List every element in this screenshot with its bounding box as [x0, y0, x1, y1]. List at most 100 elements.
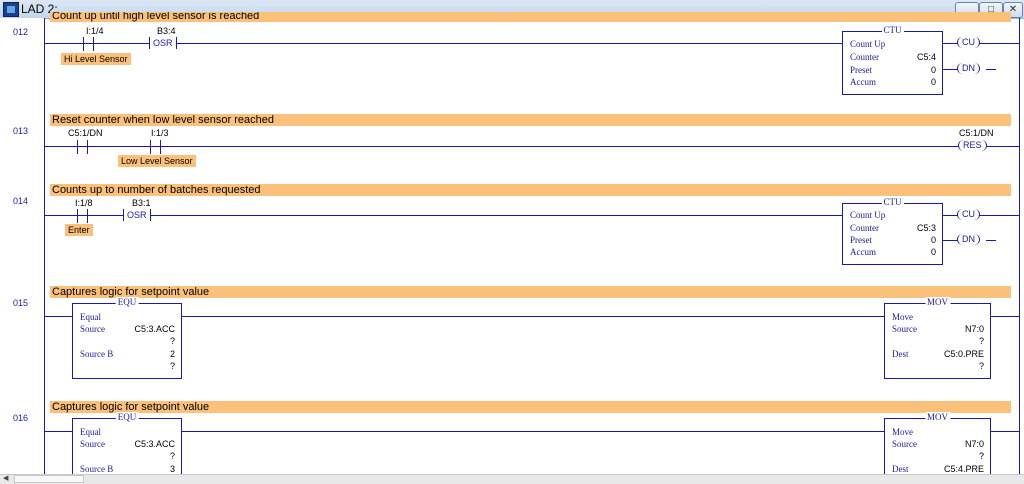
dest-value[interactable]: C5:4.PRE: [944, 464, 984, 474]
dn-wire-out: [986, 69, 996, 70]
block-name: Equal: [80, 427, 101, 437]
xic-contact[interactable]: [73, 140, 93, 154]
contact-address: I:1/4: [86, 26, 104, 36]
rung-wire-013: [45, 146, 1019, 147]
rung-comment-016: Captures logic for setpoint value: [50, 401, 1011, 413]
source-label: Source: [80, 324, 105, 334]
cu-output[interactable]: CU: [957, 37, 980, 48]
rung-number-012[interactable]: 012: [13, 27, 28, 37]
rung-number-014[interactable]: 014: [13, 196, 28, 206]
source-label: Source: [80, 439, 105, 449]
accum-value[interactable]: 0: [931, 247, 936, 257]
contact-description: Hi Level Sensor: [61, 53, 131, 65]
source-value[interactable]: C5:3.ACC: [134, 324, 175, 334]
rung-number-016[interactable]: 016: [13, 413, 28, 423]
dest-value[interactable]: C5:0.PRE: [944, 349, 984, 359]
rung-wire-015-out: [990, 316, 1019, 317]
cu-output[interactable]: CU: [957, 209, 980, 220]
rung-number-gutter: [0, 18, 45, 474]
scroll-left-icon[interactable]: ◀: [3, 474, 12, 483]
source-b-live-value: ?: [169, 361, 175, 371]
res-output[interactable]: RES: [958, 140, 987, 151]
accum-label: Accum: [850, 247, 876, 257]
contact-description: Enter: [65, 224, 93, 236]
dn-output[interactable]: DN: [957, 234, 980, 245]
source-live-value: ?: [978, 451, 984, 461]
rung-number-015[interactable]: 015: [13, 298, 28, 308]
xic-contact[interactable]: [146, 140, 166, 154]
source-value[interactable]: C5:3.ACC: [134, 439, 175, 449]
counter-label: Counter: [850, 52, 879, 62]
source-live-value: ?: [169, 336, 175, 346]
source-b-label: Source B: [80, 464, 114, 474]
source-live-value: ?: [978, 336, 984, 346]
dn-output[interactable]: DN: [957, 63, 980, 74]
dn-wire: [943, 69, 958, 70]
rung-comment-014: Counts up to number of batches requested: [50, 184, 1011, 196]
accum-label: Accum: [850, 77, 876, 87]
source-b-value[interactable]: 3: [170, 464, 175, 474]
rung-wire-016-mid: [181, 431, 885, 432]
rung-wire-016-out: [990, 431, 1019, 432]
source-live-value: ?: [169, 451, 175, 461]
block-title: CTU: [881, 197, 904, 207]
rung-wire-015: [45, 316, 73, 317]
scrollbar-thumb[interactable]: [14, 475, 84, 483]
mov-block[interactable]: MOV Move Source N7:0 ? Dest C5:0.PRE ?: [884, 297, 991, 379]
source-label: Source: [892, 439, 917, 449]
rung-comment-013: Reset counter when low level sensor reac…: [50, 114, 1011, 126]
dn-wire-out: [986, 240, 996, 241]
block-name: Move: [892, 312, 913, 322]
block-name: Equal: [80, 312, 101, 322]
source-value[interactable]: N7:0: [965, 439, 984, 449]
rung-wire-015-mid: [181, 316, 885, 317]
block-name: Count Up: [850, 39, 886, 49]
dest-label: Dest: [892, 464, 909, 474]
preset-value[interactable]: 0: [931, 235, 936, 245]
mov-block[interactable]: MOV Move Source N7:0 ? Dest C5:4.PRE: [884, 412, 991, 474]
xic-contact[interactable]: [73, 209, 93, 223]
block-name: Move: [892, 427, 913, 437]
accum-value[interactable]: 0: [931, 77, 936, 87]
contact-address: C5:1/DN: [68, 128, 103, 138]
ctu-block[interactable]: CTU Count Up Counter C5:3 Preset 0 Accum…: [842, 197, 943, 265]
block-title: CTU: [881, 25, 904, 35]
source-b-value[interactable]: 2: [170, 349, 175, 359]
contact-description: Low Level Sensor: [118, 155, 196, 167]
left-power-rail: [44, 18, 45, 474]
block-name: Count Up: [850, 210, 886, 220]
preset-value[interactable]: 0: [931, 65, 936, 75]
block-title: MOV: [924, 297, 951, 307]
dest-label: Dest: [892, 349, 909, 359]
contact-address: I:1/3: [151, 128, 169, 138]
counter-value[interactable]: C5:4: [917, 52, 936, 62]
equ-block[interactable]: EQU Equal Source C5:3.ACC ? Source B 3: [72, 412, 182, 474]
osr-address: B3:1: [132, 198, 151, 208]
osr-instruction[interactable]: OSR: [123, 209, 151, 221]
block-title: EQU: [115, 412, 139, 422]
dn-wire: [943, 240, 958, 241]
preset-label: Preset: [850, 235, 872, 245]
contact-address: I:1/8: [75, 198, 93, 208]
app-icon: [3, 2, 19, 17]
coil-address: C5:1/DN: [959, 128, 994, 138]
osr-address: B3:4: [157, 26, 176, 36]
counter-label: Counter: [850, 223, 879, 233]
osr-instruction[interactable]: OSR: [149, 37, 177, 49]
equ-block[interactable]: EQU Equal Source C5:3.ACC ? Source B 2 ?: [72, 297, 182, 379]
rung-wire-016: [45, 431, 73, 432]
block-title: MOV: [924, 412, 951, 422]
rung-number-013[interactable]: 013: [13, 126, 28, 136]
source-b-label: Source B: [80, 349, 114, 359]
rung-wire-014: [45, 215, 842, 216]
right-power-rail: [1019, 18, 1020, 474]
xic-contact[interactable]: [79, 37, 99, 51]
ctu-block[interactable]: CTU Count Up Counter C5:4 Preset 0 Accum…: [842, 25, 943, 95]
source-label: Source: [892, 324, 917, 334]
rung-comment-012: Count up until high level sensor is reac…: [50, 12, 1011, 22]
counter-value[interactable]: C5:3: [917, 223, 936, 233]
rung-comment-015: Captures logic for setpoint value: [50, 286, 1011, 298]
dest-live-value: ?: [978, 361, 984, 371]
block-title: EQU: [115, 297, 139, 307]
source-value[interactable]: N7:0: [965, 324, 984, 334]
